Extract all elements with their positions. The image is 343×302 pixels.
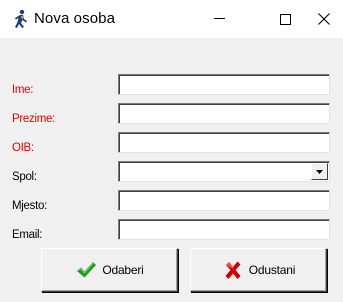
odustani-button[interactable]: Odustani <box>190 248 327 292</box>
minimize-button[interactable] <box>196 0 242 38</box>
odaberi-label: Odaberi <box>102 263 144 277</box>
ime-input[interactable] <box>123 77 325 92</box>
chevron-down-icon <box>316 169 323 174</box>
label-ime: Ime: <box>12 84 34 96</box>
prezime-field[interactable] <box>118 103 330 124</box>
odustani-label: Odustani <box>248 263 296 277</box>
email-field[interactable] <box>118 219 330 240</box>
spol-dropdown-button[interactable] <box>311 163 328 180</box>
label-prezime: Prezime: <box>12 113 55 125</box>
maximize-icon <box>279 13 291 25</box>
close-button[interactable] <box>305 0 343 38</box>
odaberi-button[interactable]: Odaberi <box>41 248 178 292</box>
spol-select[interactable] <box>118 161 330 182</box>
window-title: Nova osoba <box>34 10 116 27</box>
mjesto-field[interactable] <box>118 190 330 211</box>
x-icon <box>225 261 241 279</box>
oib-input[interactable] <box>123 135 325 150</box>
prezime-input[interactable] <box>123 106 325 121</box>
label-email: Email: <box>12 229 43 241</box>
minimize-icon <box>213 18 225 19</box>
title-bar: Nova osoba <box>0 0 343 38</box>
ime-field[interactable] <box>118 74 330 95</box>
person-run-icon <box>14 9 27 28</box>
maximize-button[interactable] <box>262 0 308 38</box>
label-mjesto: Mjesto: <box>12 200 47 212</box>
checkmark-icon <box>77 262 97 278</box>
label-spol: Spol: <box>12 171 37 183</box>
mjesto-input[interactable] <box>123 193 325 208</box>
label-oib: OIB: <box>12 142 34 154</box>
email-input[interactable] <box>123 222 325 237</box>
close-icon <box>318 13 330 25</box>
oib-field[interactable] <box>118 132 330 153</box>
